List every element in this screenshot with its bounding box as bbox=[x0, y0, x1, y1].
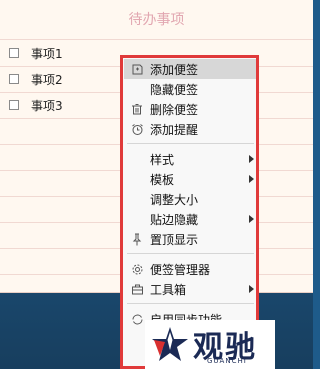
note-line bbox=[0, 39, 313, 40]
menu-separator bbox=[127, 303, 254, 304]
menu-item-toolbox[interactable]: 工具箱 bbox=[124, 279, 257, 299]
task-label: 事项1 bbox=[31, 46, 63, 61]
task-item[interactable]: 事项1 bbox=[9, 44, 63, 62]
menu-item-edge-hide[interactable]: 贴边隐藏 bbox=[124, 209, 257, 229]
submenu-arrow-icon bbox=[249, 175, 254, 183]
note-add-icon bbox=[124, 63, 150, 76]
alarm-clock-icon bbox=[124, 123, 150, 136]
menu-item-style[interactable]: 样式 bbox=[124, 149, 257, 169]
task-checkbox[interactable] bbox=[9, 74, 19, 84]
watermark-logo: 观驰 GUANCHI bbox=[145, 320, 275, 369]
menu-item-add-note[interactable]: 添加便签 bbox=[124, 59, 257, 79]
menu-item-note-manager[interactable]: 便签管理器 bbox=[124, 259, 257, 279]
submenu-arrow-icon bbox=[249, 215, 254, 223]
task-item[interactable]: 事项2 bbox=[9, 70, 63, 88]
menu-item-label: 工具箱 bbox=[150, 282, 187, 297]
menu-item-label: 隐藏便签 bbox=[150, 82, 199, 97]
menu-item-label: 样式 bbox=[150, 152, 175, 167]
submenu-arrow-icon bbox=[249, 285, 254, 293]
menu-item-delete-note[interactable]: 删除便签 bbox=[124, 99, 257, 119]
menu-item-label: 调整大小 bbox=[150, 192, 199, 207]
menu-item-hide-note[interactable]: 隐藏便签 bbox=[124, 79, 257, 99]
menu-item-label: 删除便签 bbox=[150, 102, 199, 117]
task-item[interactable]: 事项3 bbox=[9, 96, 63, 114]
task-checkbox[interactable] bbox=[9, 48, 19, 58]
gear-icon bbox=[124, 263, 150, 276]
watermark-subtext: GUANCHI bbox=[207, 357, 247, 365]
menu-item-resize[interactable]: 调整大小 bbox=[124, 189, 257, 209]
menu-item-label: 贴边隐藏 bbox=[150, 212, 199, 227]
toolbox-icon bbox=[124, 283, 150, 295]
menu-item-label: 置顶显示 bbox=[150, 232, 199, 247]
submenu-arrow-icon bbox=[249, 155, 254, 163]
task-label: 事项3 bbox=[31, 98, 63, 113]
star-logo-icon bbox=[152, 327, 188, 361]
pin-icon bbox=[124, 233, 150, 246]
task-label: 事项2 bbox=[31, 72, 63, 87]
menu-item-template[interactable]: 模板 bbox=[124, 169, 257, 189]
trash-icon bbox=[124, 103, 150, 115]
menu-item-add-reminder[interactable]: 添加提醒 bbox=[124, 119, 257, 139]
menu-separator bbox=[127, 253, 254, 254]
note-title: 待办事项 bbox=[128, 12, 185, 28]
task-checkbox[interactable] bbox=[9, 100, 19, 110]
menu-item-label: 便签管理器 bbox=[150, 262, 211, 277]
menu-item-label: 添加便签 bbox=[150, 62, 199, 77]
menu-item-label: 添加提醒 bbox=[150, 122, 199, 137]
menu-item-pin-top[interactable]: 置顶显示 bbox=[124, 229, 257, 249]
menu-item-label: 模板 bbox=[150, 172, 175, 187]
menu-separator bbox=[127, 143, 254, 144]
